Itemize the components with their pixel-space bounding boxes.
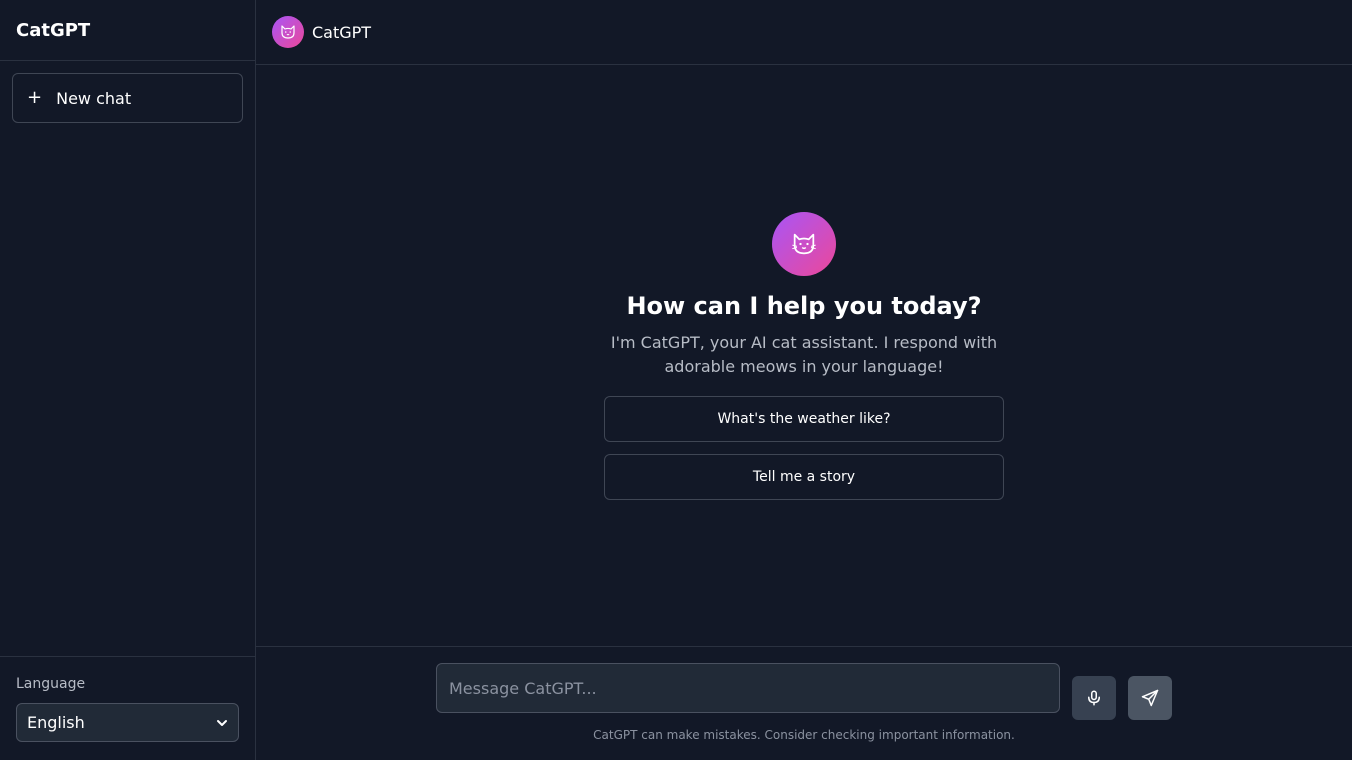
message-input[interactable] <box>436 663 1060 713</box>
cat-icon <box>792 233 816 255</box>
disclaimer-text: CatGPT can make mistakes. Consider check… <box>593 728 1015 742</box>
brand-title: CatGPT <box>16 19 91 41</box>
suggestion-weather-button[interactable]: What's the weather like? <box>604 396 1004 442</box>
sidebar: CatGPT + New chat Language English <box>0 0 256 760</box>
microphone-icon <box>1088 690 1100 706</box>
suggestion-story-button[interactable]: Tell me a story <box>604 454 1004 500</box>
chat-title: CatGPT <box>312 22 372 42</box>
new-chat-button[interactable]: + New chat <box>12 73 243 123</box>
welcome-subtitle: I'm CatGPT, your AI cat assistant. I res… <box>610 333 998 376</box>
send-icon <box>1141 689 1159 707</box>
welcome-title: How can I help you today? <box>626 292 982 320</box>
send-button[interactable] <box>1128 676 1172 720</box>
welcome-area: How can I help you today? I'm CatGPT, yo… <box>256 65 1352 646</box>
main-panel: CatGPT How can I help you today? I'm Cat… <box>256 0 1352 760</box>
chevron-down-icon <box>217 719 227 726</box>
new-chat-label: New chat <box>56 88 132 108</box>
microphone-button[interactable] <box>1072 676 1116 720</box>
composer: CatGPT can make mistakes. Consider check… <box>256 646 1352 760</box>
avatar <box>272 16 304 48</box>
app: CatGPT + New chat Language English CatGP… <box>0 0 1352 760</box>
language-selected-value: English <box>27 713 85 732</box>
sidebar-chat-list <box>0 123 255 656</box>
sidebar-footer: Language English <box>0 656 255 760</box>
language-label: Language <box>16 676 86 692</box>
sidebar-header: CatGPT <box>0 0 255 61</box>
language-select[interactable]: English <box>16 703 239 742</box>
cat-icon <box>281 25 295 39</box>
hero-avatar <box>772 212 836 276</box>
top-bar: CatGPT <box>256 0 1352 65</box>
plus-icon: + <box>27 87 43 108</box>
